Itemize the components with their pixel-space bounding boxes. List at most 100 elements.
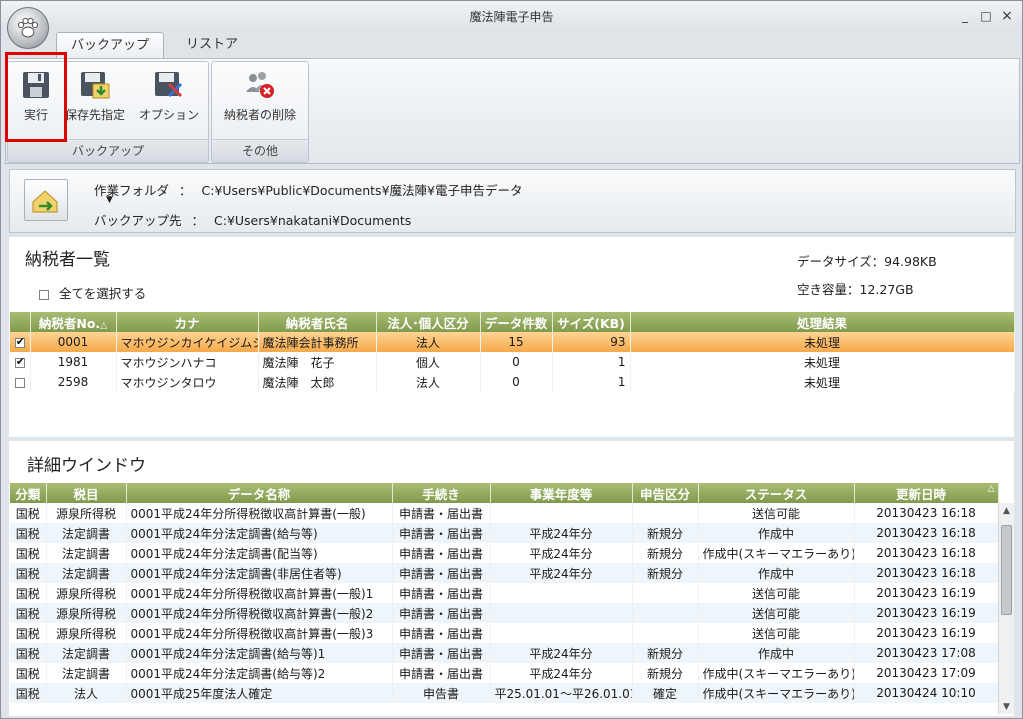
taxpayer-no: 1981 bbox=[30, 352, 117, 372]
detail-procedure: 申請書・届出書 bbox=[392, 663, 491, 683]
detail-data-name: 0001平成24年分所得税徴収高計算書(一般)1 bbox=[126, 583, 393, 603]
detail-category: 国税 bbox=[10, 543, 47, 563]
detail-procedure: 申請書・届出書 bbox=[392, 543, 491, 563]
taxpayer-kana: マホウジンハナコ bbox=[116, 352, 259, 372]
execute-highlight-box bbox=[5, 52, 67, 142]
save-destination-icon bbox=[81, 72, 110, 99]
col-tax-item[interactable]: 税目 bbox=[46, 483, 127, 503]
detail-procedure: 申請書・届出書 bbox=[392, 503, 491, 523]
row-checkbox[interactable] bbox=[14, 377, 25, 388]
taxpayer-name: 魔法陣 太郎 bbox=[258, 372, 377, 392]
taxpayer-name: 魔法陣会計事務所 bbox=[258, 332, 377, 352]
scroll-down-icon[interactable]: ▼ bbox=[999, 702, 1014, 712]
close-button[interactable]: × bbox=[997, 7, 1017, 25]
app-menu-button[interactable] bbox=[7, 7, 49, 49]
detail-updated: 20130423 16:19 bbox=[854, 583, 999, 603]
detail-row[interactable]: 国税 源泉所得税 0001平成24年分所得税徴収高計算書(一般)3 申請書・届出書 送信… bbox=[10, 623, 999, 643]
taxpayer-size: 1 bbox=[552, 352, 631, 372]
taxpayer-table-header: 納税者No.△ カナ 納税者氏名 法人･個人区分 データ件数 サイズ(KB) 処… bbox=[10, 312, 1015, 332]
detail-fiscal-year bbox=[490, 583, 633, 603]
col-check bbox=[10, 312, 31, 332]
maximize-button[interactable]: □ bbox=[976, 7, 996, 25]
taxpayer-row[interactable]: 1981 マホウジンハナコ 魔法陣 花子 個人 0 1 未処理 bbox=[10, 352, 1015, 372]
detail-fiscal-year: 平25.01.01～平26.01.01 bbox=[490, 683, 633, 703]
taxpayer-kind: 個人 bbox=[376, 352, 481, 372]
col-kind[interactable]: 法人･個人区分 bbox=[376, 312, 481, 332]
detail-data-name: 0001平成24年分法定調書(給与等)2 bbox=[126, 663, 393, 683]
save-destination-button[interactable]: 保存先指定 bbox=[62, 66, 128, 128]
detail-row[interactable]: 国税 法定調書 0001平成24年分法定調書(非居住者等) 申請書・届出書 平成24年分… bbox=[10, 563, 999, 583]
detail-row[interactable]: 国税 源泉所得税 0001平成24年分所得税徴収高計算書(一般) 申請書・届出書 送信可… bbox=[10, 503, 999, 523]
ribbon-group-other: 納税者の削除 その他 bbox=[211, 61, 309, 163]
detail-tax-item: 法定調書 bbox=[46, 643, 127, 663]
detail-category: 国税 bbox=[10, 663, 47, 683]
col-data-count[interactable]: データ件数 bbox=[480, 312, 553, 332]
detail-scrollbar[interactable]: ▲ ▼ bbox=[998, 503, 1014, 714]
detail-fiscal-year: 平成24年分 bbox=[490, 523, 633, 543]
taxpayer-kind: 法人 bbox=[376, 332, 481, 352]
detail-status: 送信可能 bbox=[698, 503, 855, 523]
select-all-checkbox[interactable] bbox=[39, 289, 49, 300]
detail-updated: 20130423 16:19 bbox=[854, 603, 999, 623]
detail-updated: 20130423 16:18 bbox=[854, 503, 999, 523]
detail-category: 国税 bbox=[10, 503, 47, 523]
scroll-thumb[interactable] bbox=[1001, 525, 1012, 615]
scroll-up-icon[interactable]: ▲ bbox=[999, 506, 1014, 516]
col-filing-type[interactable]: 申告区分 bbox=[632, 483, 699, 503]
detail-row[interactable]: 国税 法人 0001平成25年度法人確定 申告書 平25.01.01～平26.01.01… bbox=[10, 683, 999, 703]
tab-backup[interactable]: バックアップ bbox=[56, 32, 164, 59]
detail-filing-type bbox=[632, 583, 699, 603]
detail-category: 国税 bbox=[10, 603, 47, 623]
detail-category: 国税 bbox=[10, 683, 47, 703]
col-updated[interactable]: 更新日時 △ bbox=[854, 483, 999, 503]
detail-status: 送信可能 bbox=[698, 583, 855, 603]
taxpayer-row[interactable]: 2598 マホウジンタロウ 魔法陣 太郎 法人 0 1 未処理 bbox=[10, 372, 1015, 392]
detail-data-name: 0001平成24年分法定調書(配当等) bbox=[126, 543, 393, 563]
select-all-row[interactable]: 全てを選択する bbox=[39, 283, 146, 302]
col-kana[interactable]: カナ bbox=[116, 312, 259, 332]
taxpayer-row[interactable]: 0001 マホウジンカイケイジムショ 魔法陣会計事務所 法人 15 93 未処理 bbox=[10, 332, 1015, 352]
detail-filing-type: 確定 bbox=[632, 683, 699, 703]
delete-taxpayer-button[interactable]: 納税者の削除 bbox=[216, 66, 304, 128]
detail-category: 国税 bbox=[10, 623, 47, 643]
detail-row[interactable]: 国税 法定調書 0001平成24年分法定調書(給与等)2 申請書・届出書 平成24年分新… bbox=[10, 663, 999, 683]
detail-row[interactable]: 国税 源泉所得税 0001平成24年分所得税徴収高計算書(一般)1 申請書・届出書 送信… bbox=[10, 583, 999, 603]
detail-filing-type bbox=[632, 623, 699, 643]
backup-folder-label: バックアップ先 bbox=[94, 213, 182, 228]
row-checkbox[interactable] bbox=[14, 355, 25, 368]
col-taxpayer-name[interactable]: 納税者氏名 bbox=[258, 312, 377, 332]
select-all-label: 全てを選択する bbox=[58, 286, 147, 301]
minimize-button[interactable]: _ bbox=[955, 7, 975, 25]
detail-table-header: 分類 税目 データ名称 手続き 事業年度等 申告区分 ステータス 更新日時 △ bbox=[10, 483, 999, 503]
taxpayer-count: 0 bbox=[480, 372, 553, 392]
taxpayer-kana: マホウジンタロウ bbox=[116, 372, 259, 392]
detail-data-name: 0001平成24年分所得税徴収高計算書(一般)2 bbox=[126, 603, 393, 623]
col-fiscal-year[interactable]: 事業年度等 bbox=[490, 483, 633, 503]
detail-row[interactable]: 国税 法定調書 0001平成24年分法定調書(給与等) 申請書・届出書 平成24年分 新規… bbox=[10, 523, 999, 543]
col-data-name[interactable]: データ名称 bbox=[126, 483, 393, 503]
detail-tax-item: 法人 bbox=[46, 683, 127, 703]
detail-data-name: 0001平成25年度法人確定 bbox=[126, 683, 393, 703]
detail-data-name: 0001平成24年分所得税徴収高計算書(一般) bbox=[126, 503, 393, 523]
detail-status: 作成中 bbox=[698, 643, 855, 663]
detail-fiscal-year bbox=[490, 503, 633, 523]
detail-row[interactable]: 国税 法定調書 0001平成24年分法定調書(配当等) 申請書・届出書 平成24年分 新規… bbox=[10, 543, 999, 563]
col-result[interactable]: 処理結果 bbox=[630, 312, 1015, 332]
detail-procedure: 申告書 bbox=[392, 683, 491, 703]
title-bar: 魔法陣電子申告 _ □ × bbox=[1, 1, 1022, 31]
col-taxpayer-no[interactable]: 納税者No.△ bbox=[30, 312, 117, 332]
ribbon-group-backup-label: バックアップ bbox=[8, 139, 208, 162]
detail-row[interactable]: 国税 法定調書 0001平成24年分法定調書(給与等)1 申請書・届出書 平成24年分新… bbox=[10, 643, 999, 663]
col-size[interactable]: サイズ(KB) bbox=[552, 312, 631, 332]
col-procedure[interactable]: 手続き bbox=[392, 483, 491, 503]
col-category[interactable]: 分類 bbox=[10, 483, 47, 503]
detail-row[interactable]: 国税 源泉所得税 0001平成24年分所得税徴収高計算書(一般)2 申請書・届出書 送信… bbox=[10, 603, 999, 623]
tab-restore[interactable]: リストア bbox=[169, 32, 255, 58]
options-button[interactable]: オプション bbox=[134, 66, 204, 128]
taxpayer-name: 魔法陣 花子 bbox=[258, 352, 377, 372]
col-status[interactable]: ステータス bbox=[698, 483, 855, 503]
detail-data-name: 0001平成24年分所得税徴収高計算書(一般)3 bbox=[126, 623, 393, 643]
ribbon: 実行 保存先指定 オプション バックアップ 納税者の削除 その他 bbox=[5, 58, 1020, 164]
row-checkbox[interactable] bbox=[14, 335, 25, 348]
backup-folder-separator: ： bbox=[191, 213, 205, 228]
